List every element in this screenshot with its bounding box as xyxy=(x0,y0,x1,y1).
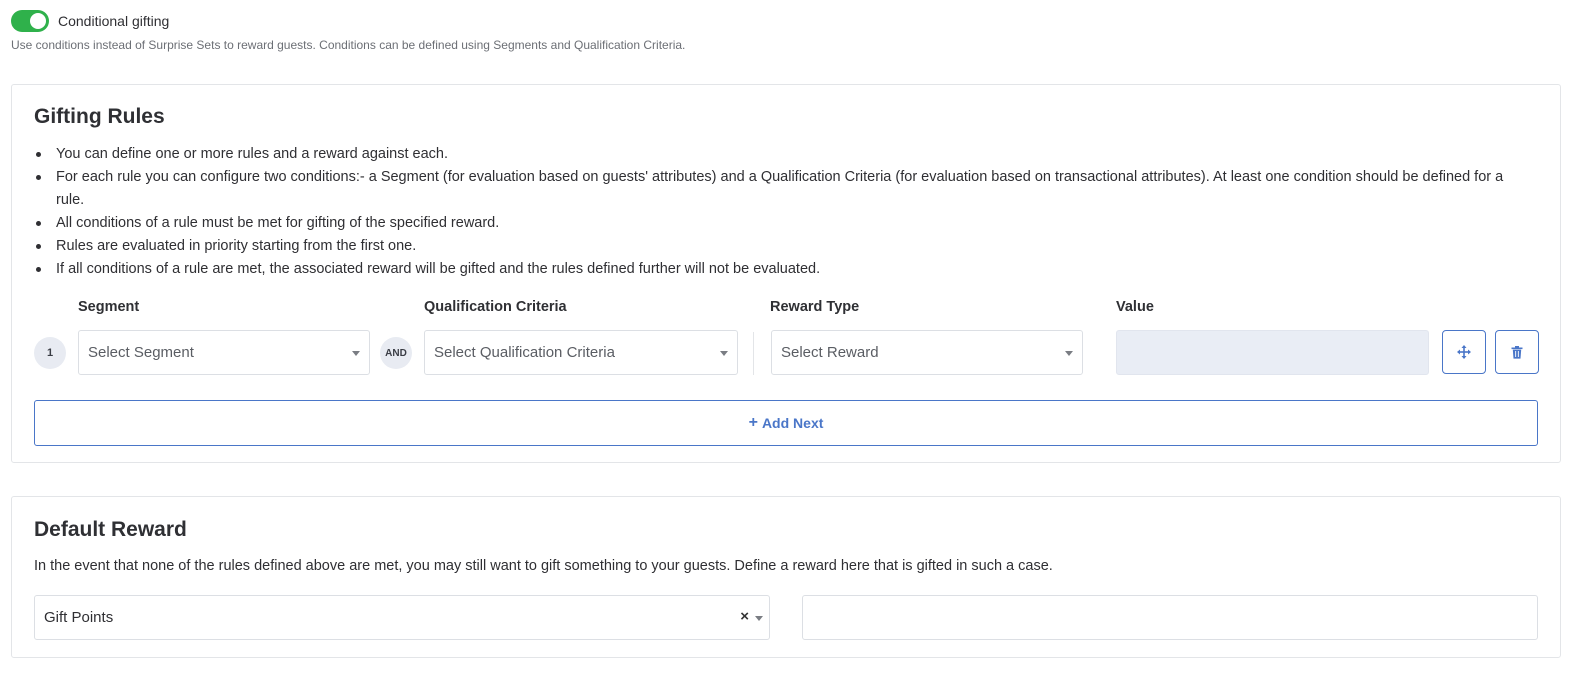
conditional-gifting-row: Conditional gifting xyxy=(11,10,169,32)
trash-icon xyxy=(1511,345,1523,359)
segment-column-header: Segment xyxy=(78,299,140,315)
column-divider xyxy=(753,332,754,375)
move-icon xyxy=(1457,345,1471,359)
chevron-down-icon xyxy=(352,351,360,356)
reward-select-placeholder: Select Reward xyxy=(781,344,879,361)
reward-type-column-header: Reward Type xyxy=(770,299,860,315)
add-next-button[interactable]: + Add Next xyxy=(34,400,1538,446)
segment-select[interactable]: Select Segment xyxy=(78,330,370,375)
add-next-label: Add Next xyxy=(761,415,824,431)
rule-index-badge: 1 xyxy=(34,337,66,369)
gifting-rules-card: Gifting Rules You can define one or more… xyxy=(11,84,1561,463)
bullet-item: Rules are evaluated in priority starting… xyxy=(34,235,1524,258)
default-reward-select[interactable]: Gift Points × xyxy=(34,595,770,640)
clear-icon[interactable]: × xyxy=(740,608,749,625)
qualification-criteria-select[interactable]: Select Qualification Criteria xyxy=(424,330,738,375)
chevron-down-icon xyxy=(1065,351,1073,356)
delete-rule-button[interactable] xyxy=(1495,330,1539,374)
reward-type-select[interactable]: Select Reward xyxy=(771,330,1083,375)
default-reward-title: Default Reward xyxy=(34,518,187,541)
default-reward-selected-value: Gift Points xyxy=(44,609,114,626)
conditional-gifting-toggle[interactable] xyxy=(11,10,49,32)
conditional-gifting-label: Conditional gifting xyxy=(58,13,170,29)
segment-select-placeholder: Select Segment xyxy=(88,344,194,361)
value-column-header: Value xyxy=(1116,299,1154,315)
qualification-column-header: Qualification Criteria xyxy=(424,299,567,315)
qualification-select-placeholder: Select Qualification Criteria xyxy=(434,344,615,361)
rule-value-field xyxy=(1116,330,1429,375)
move-rule-button[interactable] xyxy=(1442,330,1486,374)
bullet-item: You can define one or more rules and a r… xyxy=(34,143,1524,166)
chevron-down-icon xyxy=(720,351,728,356)
and-connector-badge: AND xyxy=(380,337,412,369)
default-reward-value-input[interactable] xyxy=(802,595,1538,640)
gifting-rules-bullets: You can define one or more rules and a r… xyxy=(34,143,1524,281)
toggle-knob xyxy=(30,13,46,29)
gifting-rules-title: Gifting Rules xyxy=(34,105,165,128)
bullet-item: All conditions of a rule must be met for… xyxy=(34,212,1524,235)
chevron-down-icon xyxy=(755,616,763,621)
default-reward-description: In the event that none of the rules defi… xyxy=(34,558,1053,574)
plus-icon: + xyxy=(748,414,758,431)
bullet-item: If all conditions of a rule are met, the… xyxy=(34,258,1524,281)
bullet-item: For each rule you can configure two cond… xyxy=(34,166,1524,212)
conditional-gifting-description: Use conditions instead of Surprise Sets … xyxy=(11,38,686,52)
default-reward-card: Default Reward In the event that none of… xyxy=(11,496,1561,658)
